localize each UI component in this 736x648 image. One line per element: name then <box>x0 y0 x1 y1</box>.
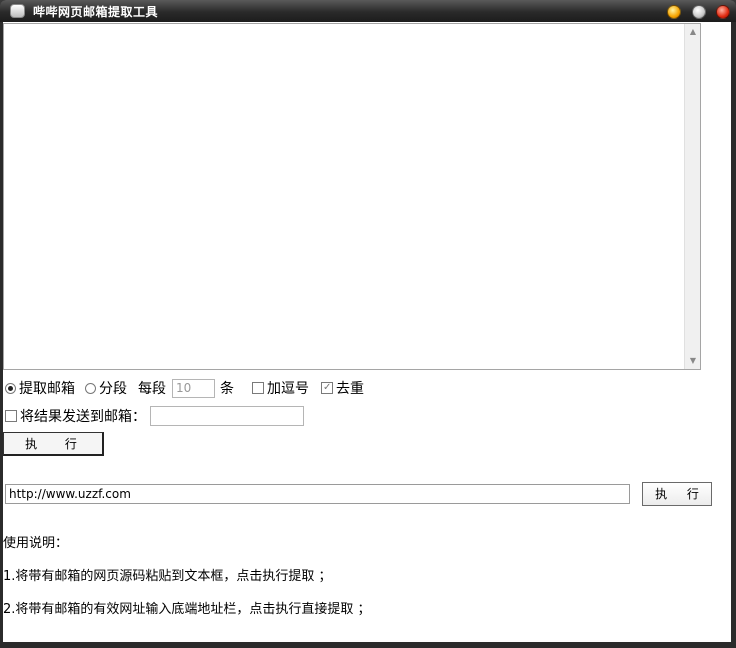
close-icon[interactable] <box>716 5 730 19</box>
window-title: 哔哔网页邮箱提取工具 <box>33 5 159 19</box>
options-row: 提取邮箱 分段 每段 条 加逗号 去重 <box>5 378 364 398</box>
help-title: 使用说明： <box>3 536 69 551</box>
triangle-down-icon[interactable]: ▼ <box>685 353 701 369</box>
dedupe-checkbox[interactable] <box>321 382 333 394</box>
dedupe-label[interactable]: 去重 <box>336 378 364 398</box>
per-segment-unit: 条 <box>220 381 234 397</box>
radio-extract-email[interactable] <box>5 382 16 394</box>
minimize-icon[interactable] <box>667 5 681 19</box>
send-row: 将结果发送到邮箱： <box>5 406 304 426</box>
source-textarea[interactable]: ▲ ▼ <box>3 23 701 370</box>
client-area: ▲ ▼ 提取邮箱 分段 每段 条 加逗号 去重 将结果发送到邮箱： 执 行 执 … <box>3 22 731 642</box>
radio-extract-email-label[interactable]: 提取邮箱 <box>19 378 75 398</box>
app-icon <box>10 4 25 18</box>
maximize-icon[interactable] <box>692 5 706 19</box>
email-field[interactable] <box>150 406 304 426</box>
per-segment-input[interactable] <box>172 378 215 398</box>
triangle-up-icon[interactable]: ▲ <box>685 24 701 40</box>
send-email-label[interactable]: 将结果发送到邮箱： <box>20 406 146 426</box>
help-line-2: 2.将带有邮箱的有效网址输入底端地址栏，点击执行直接提取 ； <box>3 602 371 617</box>
title-bar[interactable]: 哔哔网页邮箱提取工具 <box>0 0 736 22</box>
execute-url-button[interactable]: 执 行 <box>642 482 712 506</box>
app-window: 哔哔网页邮箱提取工具 ▲ ▼ 提取邮箱 分段 每段 条 加逗号 去重 将结 <box>0 0 736 648</box>
per-segment-label: 每段 <box>138 381 166 397</box>
vertical-scrollbar[interactable]: ▲ ▼ <box>684 24 700 369</box>
radio-segment-label[interactable]: 分段 <box>99 378 127 398</box>
radio-segment[interactable] <box>85 382 96 394</box>
add-comma-label[interactable]: 加逗号 <box>267 378 309 398</box>
help-line-1: 1.将带有邮箱的网页源码粘贴到文本框，点击执行提取 ； <box>3 569 332 584</box>
execute-button[interactable]: 执 行 <box>3 432 104 456</box>
send-email-checkbox[interactable] <box>5 410 17 422</box>
add-comma-checkbox[interactable] <box>252 382 264 394</box>
url-input[interactable] <box>5 484 630 504</box>
